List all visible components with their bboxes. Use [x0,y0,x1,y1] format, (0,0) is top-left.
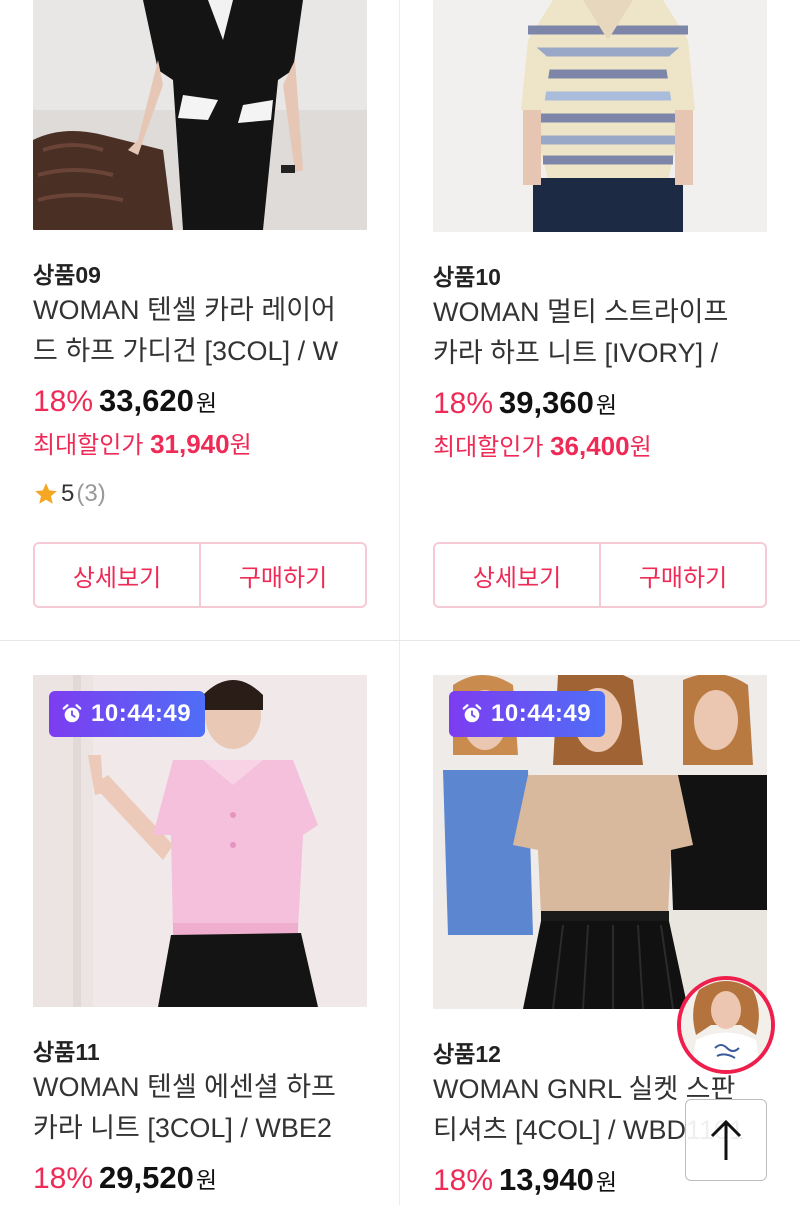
price-row: 18% 33,620 원 [33,383,217,419]
product-photo [33,0,367,230]
countdown-timer: 10:44:49 [49,691,206,737]
product-image[interactable]: 10:44:49 [433,675,767,1009]
product-code: 상품09 [33,262,101,288]
product-card[interactable]: 상품09 WOMAN 텐셀 카라 레이어 드 하프 가디건 [3COL] / W… [33,0,367,640]
product-title[interactable]: WOMAN 텐셀 에센셜 하프 카라 니트 [3COL] / WBE2 [33,1067,367,1149]
sale-price: 13,940 [499,1162,594,1197]
max-discount-price: 최대할인가 36,400원 [433,427,652,462]
action-buttons: 상세보기 구매하기 [433,542,767,608]
sale-price: 33,620 [99,383,194,418]
discount-rate: 18% [33,1162,94,1195]
product-image[interactable] [433,0,767,232]
review-count: (3) [76,480,106,507]
max-discount-label: 최대할인가 [33,432,144,459]
product-code: 상품12 [433,1041,501,1067]
product-title-line: WOMAN 텐셀 에센셜 하프 [33,1072,336,1102]
currency-unit: 원 [595,1169,618,1195]
alarm-clock-icon [62,704,82,723]
product-image[interactable]: 10:44:49 [33,675,367,1007]
arrow-up-icon [710,1119,742,1160]
price-row: 18% 39,360 원 [433,385,617,421]
avatar-image [681,980,771,1070]
action-buttons: 상세보기 구매하기 [33,542,367,608]
sale-price: 29,520 [99,1160,194,1195]
countdown-text: 10:44:49 [91,700,192,727]
discount-rate: 18% [33,385,94,418]
countdown-timer: 10:44:49 [449,691,606,737]
currency-unit: 원 [195,390,218,416]
currency-unit: 원 [229,432,252,459]
currency-unit: 원 [595,392,618,418]
detail-button[interactable]: 상세보기 [435,544,599,606]
star-icon [35,483,57,504]
max-discount-value: 31,940 [150,429,230,459]
max-discount-price: 최대할인가 31,940원 [33,425,252,460]
product-title-line: 카라 하프 니트 [IVORY] / [433,338,719,368]
floating-live-avatar[interactable] [677,976,775,1074]
product-code: 상품10 [433,264,501,290]
rating: 5 (3) [33,480,106,508]
sale-price: 39,360 [499,385,594,420]
product-photo [433,0,767,232]
buy-button[interactable]: 구매하기 [599,544,765,606]
product-image[interactable] [33,0,367,230]
alarm-clock-icon [462,704,482,723]
countdown-text: 10:44:49 [491,700,592,727]
product-title-line: WOMAN 텐셀 카라 레이어 [33,295,336,325]
product-title-line: 드 하프 가디건 [3COL] / W [33,336,339,366]
row-divider [0,640,800,641]
buy-button[interactable]: 구매하기 [199,544,365,606]
discount-rate: 18% [433,387,494,420]
detail-button[interactable]: 상세보기 [35,544,199,606]
currency-unit: 원 [195,1167,218,1193]
product-title[interactable]: WOMAN 멀티 스트라이프 카라 하프 니트 [IVORY] / [433,292,767,374]
discount-rate: 18% [433,1164,494,1197]
product-code: 상품11 [33,1039,100,1065]
price-row: 18% 29,520 원 [33,1160,217,1196]
product-card[interactable]: 10:44:49 상품11 WOMAN 텐셀 에센셜 하프 카라 니트 [3CO… [33,675,367,1205]
scroll-to-top-button[interactable] [685,1099,767,1181]
currency-unit: 원 [629,434,652,461]
price-row: 18% 13,940 원 [433,1162,617,1198]
product-title-line: WOMAN 멀티 스트라이프 [433,297,729,327]
max-discount-value: 36,400 [550,431,630,461]
product-title[interactable]: WOMAN 텐셀 카라 레이어 드 하프 가디건 [3COL] / W [33,290,367,372]
column-divider [399,0,400,1205]
rating-score: 5 [61,480,75,507]
product-card[interactable]: 상품10 WOMAN 멀티 스트라이프 카라 하프 니트 [IVORY] / 1… [433,0,767,640]
product-title-line: 카라 니트 [3COL] / WBE2 [33,1113,332,1143]
max-discount-label: 최대할인가 [433,434,544,461]
